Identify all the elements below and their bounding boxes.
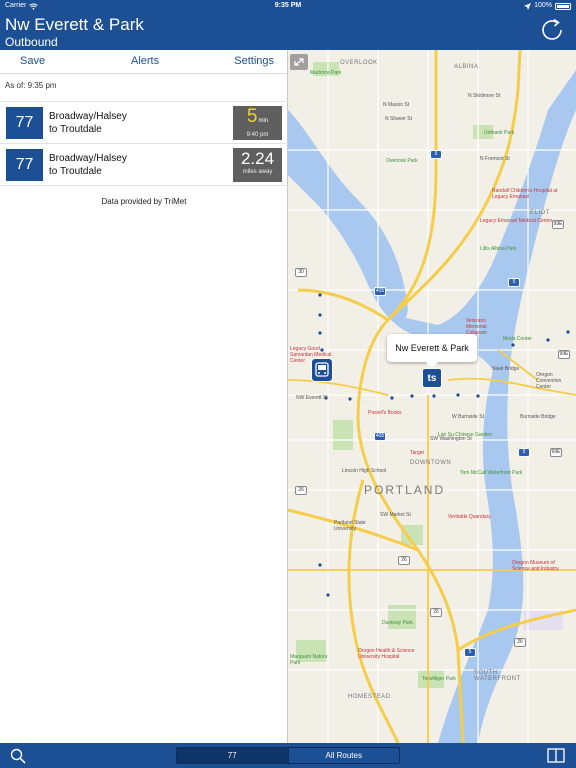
eta-box: 2.24 miles away — [233, 148, 282, 182]
status-time: 9:35 PM — [274, 2, 302, 9]
bottom-bar: 77 All Routes — [0, 743, 576, 768]
route-destination: to Troutdale — [49, 124, 102, 135]
eta-value: 5min — [233, 107, 282, 131]
map-label-randall-hospital: Randall Children's Hospital at Legacy Em… — [492, 188, 558, 200]
book-icon[interactable] — [547, 748, 565, 763]
page-subtitle: Outbound — [5, 35, 58, 49]
page-title: Nw Everett & Park — [5, 15, 144, 34]
toolbar: Save Alerts Settings — [0, 50, 287, 74]
map-label-mason: N Mason St — [383, 102, 410, 108]
us26-shield: 26 — [295, 486, 307, 495]
bus-icon — [315, 362, 329, 377]
us30-shield: 30 — [295, 268, 307, 277]
route-destination: to Troutdale — [49, 166, 102, 177]
map-label-oregon-convention: Oregon Convention Center — [536, 372, 562, 390]
battery-percent: 100% — [534, 2, 552, 9]
arrival-row[interactable]: 77 Broadway/Halsey to Troutdale 2.24 mil… — [0, 144, 288, 186]
search-icon[interactable] — [10, 748, 26, 764]
map-label-market: SW Market St — [380, 512, 411, 518]
map-label-lillis-park: Lillis Albina Park — [480, 246, 517, 252]
map-label-skidmore: N Skidmore St — [468, 93, 501, 99]
route-badge: 77 — [6, 149, 43, 181]
location-arrow-icon — [524, 2, 532, 10]
save-button[interactable]: Save — [20, 55, 45, 67]
data-attribution: Data provided by TriMet — [101, 197, 187, 206]
map-label-psu: Portland State University — [334, 520, 366, 532]
map-label-eliot: ELIOT — [530, 210, 550, 216]
map-label-terwilliger: Terwilliger Park — [422, 676, 456, 682]
map-label-overlook-park: Overlook Park — [386, 158, 418, 164]
i5-shield: 5 — [430, 150, 442, 159]
us99-shield: 99E — [550, 448, 562, 457]
tab-route[interactable]: 77 — [177, 748, 288, 763]
eta-distance: miles away — [242, 169, 273, 175]
expand-map-button[interactable] — [290, 54, 308, 70]
map-label-homestead: HOMESTEAD — [348, 694, 391, 700]
us99-shield: 99E — [552, 220, 564, 229]
map-label-marquam-nature: Marquam Nature Park — [290, 654, 328, 666]
map-label-nw-everett: NW Everett St — [296, 395, 328, 401]
map-label-south-waterfront: SOUTH WATERFRONT — [474, 670, 521, 682]
route-line: Broadway/Halsey — [49, 153, 127, 164]
us26-shield: 26 — [430, 608, 442, 617]
map-view[interactable]: OVERLOOK ALBINA Madrona Park N Skidmore … — [288, 50, 576, 743]
us26-shield: 26 — [398, 556, 410, 565]
map-label-portland: PORTLAND — [364, 483, 446, 497]
i405-shield: 405 — [374, 287, 386, 296]
map-label-steel-bridge: Steel Bridge — [492, 366, 520, 372]
map-label-ohsu: Oregon Health & Science University Hospi… — [358, 648, 415, 660]
status-right: 100% — [524, 0, 571, 12]
stop-marker[interactable]: ts — [422, 368, 442, 388]
route-description: Broadway/Halsey to Troutdale — [49, 152, 127, 178]
route-description: Broadway/Halsey to Troutdale — [49, 110, 127, 136]
bus-marker[interactable] — [311, 358, 333, 382]
i405-shield: 405 — [374, 432, 386, 441]
map-label-lincoln-hs: Lincoln High School — [342, 468, 387, 474]
eta-time: 9:40 pm — [246, 132, 269, 138]
battery-icon — [555, 2, 571, 10]
us26-shield: 26 — [514, 638, 526, 647]
i5-shield: 5 — [518, 448, 530, 457]
map-label-madrona-park: Madrona Park — [310, 70, 342, 76]
tab-all-routes[interactable]: All Routes — [287, 748, 399, 763]
expand-icon — [294, 58, 304, 66]
eta-value: 2.24 — [240, 149, 275, 168]
as-of-timestamp: As of: 9:35 pm — [5, 81, 57, 90]
map-label-unthank-park: Unthank Park — [484, 130, 515, 136]
stop-callout[interactable]: Nw Everett & Park — [387, 334, 477, 368]
i5-shield: 5 — [464, 648, 476, 657]
i5-shield: 5 — [508, 278, 520, 287]
title-bar: Nw Everett & Park Outbound — [0, 12, 576, 50]
map-label-moda-center: Moda Center — [503, 336, 532, 342]
map-label-washington: SW Washington St — [430, 436, 472, 442]
eta-number: 5 — [246, 106, 258, 127]
map-label-burnside-bridge: Burnside Bridge — [520, 414, 556, 420]
us99-shield: 99E — [558, 350, 570, 359]
arrivals-pane: Save Alerts Settings As of: 9:35 pm 77 B… — [0, 50, 288, 743]
arrival-row[interactable]: 77 Broadway/Halsey to Troutdale 5min 9:4… — [0, 102, 288, 144]
refresh-icon[interactable] — [540, 18, 564, 42]
alerts-button[interactable]: Alerts — [131, 55, 159, 67]
map-label-fremont: N Fremont St — [480, 156, 510, 162]
map-label-duniway-park: Duniway Park — [382, 620, 413, 626]
map-label-waterfront-park: Tom McCall Waterfront Park — [460, 470, 523, 476]
route-line: Broadway/Halsey — [49, 111, 127, 122]
status-bar: Carrier 9:35 PM 100% — [0, 0, 576, 12]
route-badge: 77 — [6, 107, 43, 139]
map-label-shaver: N Shaver St — [385, 116, 412, 122]
map-label-legacy-emanuel: Legacy Emanuel Medical Center — [480, 218, 553, 224]
map-label-overlook: OVERLOOK — [340, 60, 378, 66]
eta-unit: min — [258, 118, 269, 124]
map-label-powells: Powell's Books — [368, 410, 402, 416]
map-label-target: Target — [410, 450, 424, 456]
route-filter-segmented-control: 77 All Routes — [176, 747, 400, 764]
eta-box: 5min 9:40 pm — [233, 106, 282, 140]
settings-button[interactable]: Settings — [234, 55, 274, 67]
arrivals-list: 77 Broadway/Halsey to Troutdale 5min 9:4… — [0, 101, 288, 186]
map-label-downtown: DOWNTOWN — [410, 460, 452, 466]
map-label-veritable: Veritable Quandary — [448, 514, 491, 520]
map-label-burnside: W Burnside St — [452, 414, 484, 420]
map-label-omsi: Oregon Museum of Science and Industry — [512, 560, 559, 572]
map-label-albina: ALBINA — [454, 64, 479, 70]
